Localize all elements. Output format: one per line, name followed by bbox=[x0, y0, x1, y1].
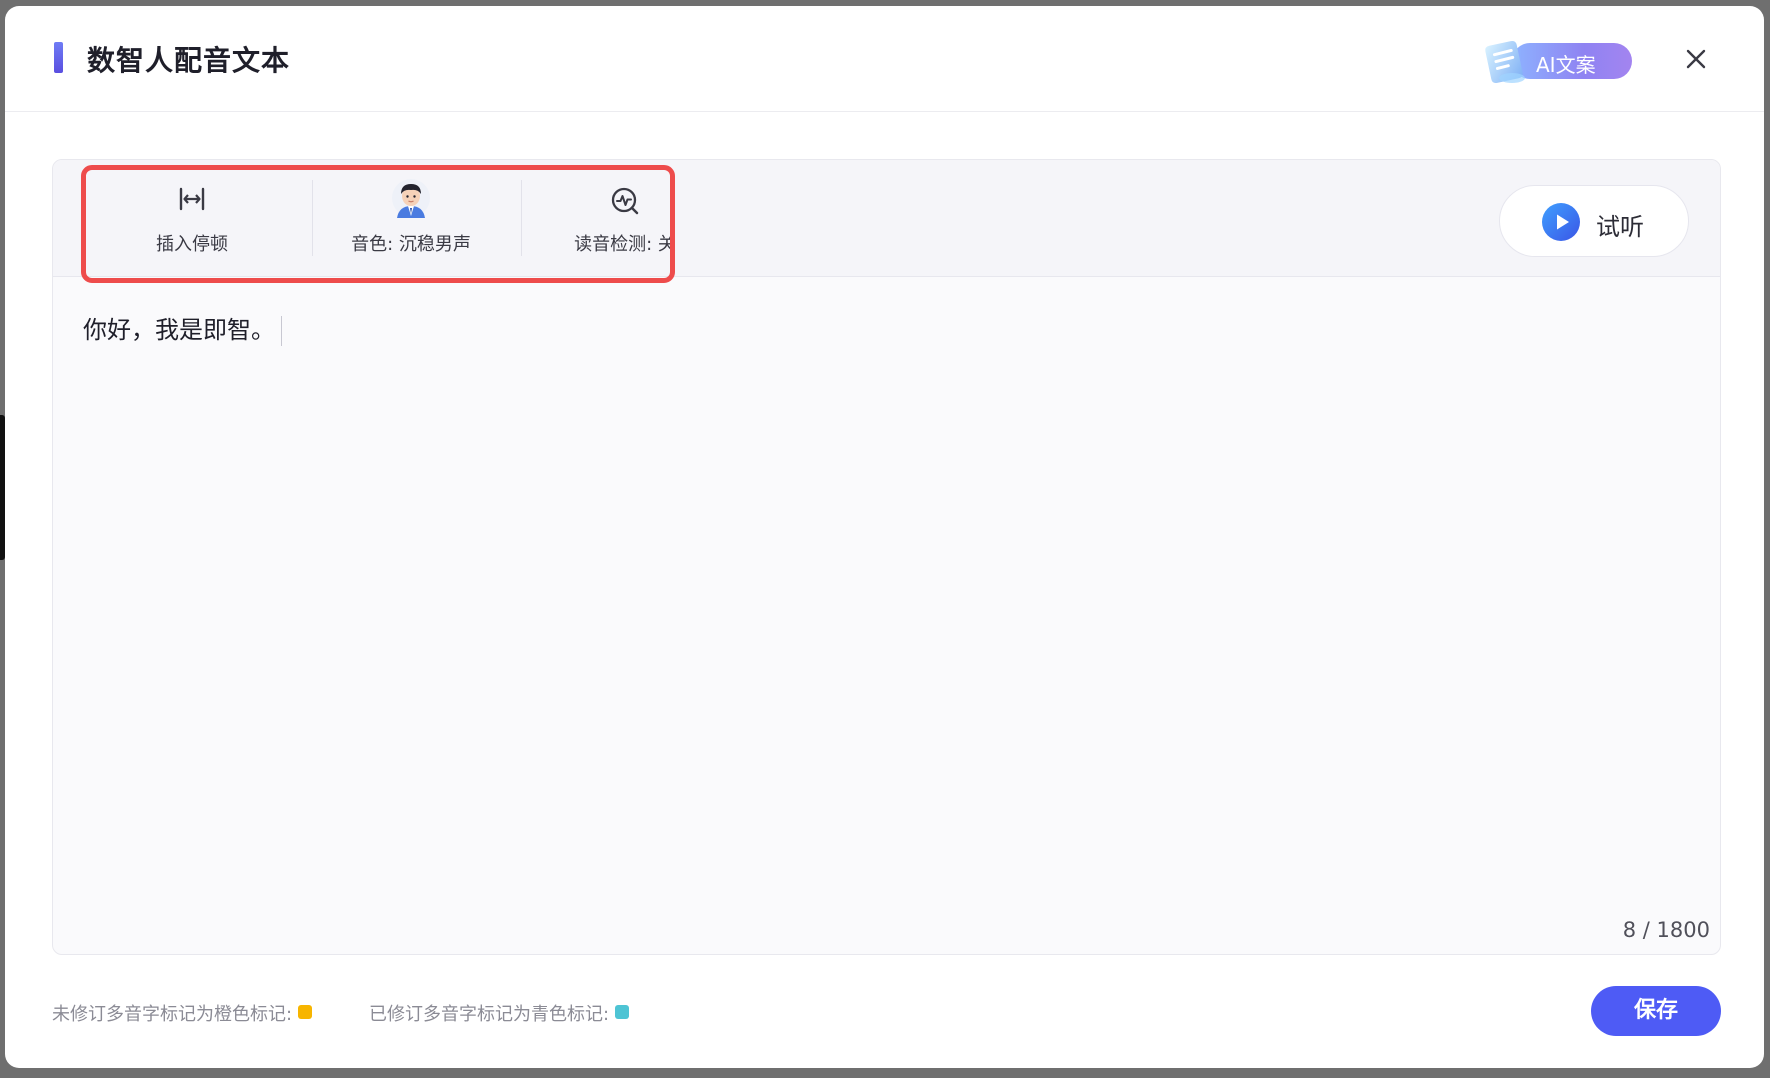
dialog-header: 数智人配音文本 AI文案 bbox=[5, 6, 1764, 112]
voiceover-text: 你好，我是即智。 bbox=[83, 316, 275, 344]
cyan-marker-swatch bbox=[615, 1005, 630, 1019]
title-accent-bar bbox=[54, 42, 63, 73]
unrevised-legend-label: 未修订多音字标记为橙色标记: bbox=[52, 1004, 293, 1025]
listen-button[interactable]: 试听 bbox=[1499, 185, 1689, 257]
text-caret bbox=[281, 316, 282, 346]
text-editor: 插入停顿 音色: 沉稳男声 读音检测: 关 试听 你好，我是即智。 8 / 18… bbox=[52, 159, 1721, 955]
toolbar-divider bbox=[312, 180, 313, 256]
pronunciation-check-label: 读音检测: 关 bbox=[574, 234, 676, 255]
close-button[interactable] bbox=[1683, 46, 1709, 72]
listen-label: 试听 bbox=[1596, 213, 1644, 241]
voiceover-text-dialog: 数智人配音文本 AI文案 插入停顿 音色: 沉稳男声 读音检测: 关 试听 你好… bbox=[5, 6, 1764, 1068]
unrevised-legend: 未修订多音字标记为橙色标记: bbox=[52, 1000, 313, 1026]
ai-document-icon bbox=[1485, 40, 1525, 84]
save-button[interactable]: 保存 bbox=[1591, 986, 1721, 1036]
play-icon bbox=[1542, 203, 1580, 241]
male-voice-avatar bbox=[392, 179, 430, 218]
close-icon bbox=[1686, 49, 1706, 69]
voice-label: 音色: 沉稳男声 bbox=[351, 234, 471, 255]
voice-select-button[interactable]: 音色: 沉稳男声 bbox=[321, 178, 501, 255]
pause-insert-icon bbox=[179, 187, 205, 211]
insert-pause-label: 插入停顿 bbox=[156, 234, 228, 255]
pronunciation-check-toggle[interactable]: 读音检测: 关 bbox=[533, 186, 717, 256]
insert-pause-button[interactable]: 插入停顿 bbox=[101, 186, 283, 256]
character-counter: 8 / 1800 bbox=[1622, 918, 1710, 942]
revised-legend-label: 已修订多音字标记为青色标记: bbox=[369, 1004, 610, 1025]
orange-marker-swatch bbox=[298, 1005, 313, 1019]
revised-legend: 已修订多音字标记为青色标记: bbox=[369, 1000, 630, 1026]
toolbar-divider bbox=[521, 180, 522, 256]
dialog-title: 数智人配音文本 bbox=[87, 44, 291, 77]
ai-copywriting-button[interactable]: AI文案 bbox=[1482, 38, 1632, 84]
editor-toolbar: 插入停顿 音色: 沉稳男声 读音检测: 关 试听 bbox=[53, 160, 1720, 277]
ai-button-label: AI文案 bbox=[1536, 53, 1596, 77]
voiceover-text-input[interactable]: 你好，我是即智。 bbox=[83, 310, 1683, 870]
pronunciation-check-icon bbox=[611, 187, 639, 215]
